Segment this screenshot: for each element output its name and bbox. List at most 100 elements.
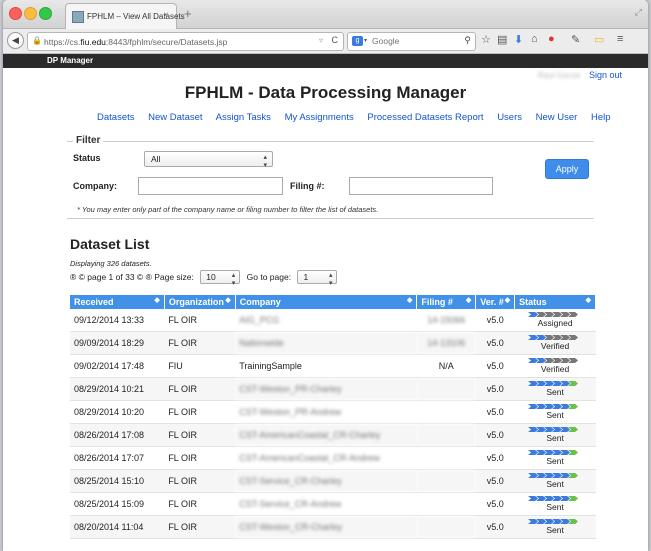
column-header-filing[interactable]: Filing # ◆ <box>416 295 477 309</box>
home-icon[interactable]: ⌂ <box>531 33 538 45</box>
search-bar[interactable]: g ▾ ⚲ <box>347 32 476 51</box>
table-header-row: Received ◆ Organization ◆ Company ◆ Filing … <box>70 295 596 309</box>
cell-company: CST-Weston_PR-Charley <box>235 377 417 401</box>
sort-icon: ◆ <box>154 297 160 304</box>
column-header-status[interactable]: Status ◆ <box>514 295 596 309</box>
table-row[interactable]: 08/25/2014 15:10 FL OIR CST-Service_CR-Cha… <box>70 469 596 493</box>
browser-tab[interactable]: FPHLM – View All Datasets × <box>65 3 185 29</box>
pager: ® © page 1 of 33 © ® Page size: 10 ▴ ▾ Go… <box>70 270 341 287</box>
status-progress-arrows <box>528 335 582 341</box>
progress-step-icon <box>528 335 539 340</box>
column-header-version[interactable]: Ver. # ◆ <box>475 295 516 309</box>
abp-icon[interactable]: ● <box>548 33 555 45</box>
engine-dropdown-icon[interactable]: ▾ <box>364 37 367 44</box>
tools-icon[interactable]: ✎ <box>571 33 580 46</box>
cell-organization: FL OIR <box>164 469 236 493</box>
star-icon[interactable]: ☆ <box>481 33 491 46</box>
signout-link[interactable]: Sign out <box>589 70 622 80</box>
last-page-icon[interactable]: ® <box>146 272 152 282</box>
cell-company: CST-AmericanCoastal_CR-Charley <box>235 423 417 447</box>
status-progress-arrows <box>528 473 582 479</box>
cell-version: v5.0 <box>475 309 515 332</box>
status-progress-arrows <box>528 358 582 364</box>
column-header-received[interactable]: Received ◆ <box>70 295 165 309</box>
search-icon[interactable]: ⚲ <box>464 35 471 46</box>
lock-icon: 🔒 <box>32 36 42 45</box>
search-engine-icon[interactable]: g <box>352 36 363 46</box>
cell-status: Sent <box>514 377 596 401</box>
menu-my-assignments[interactable]: My Assignments <box>285 112 354 123</box>
filing-input[interactable] <box>349 177 493 195</box>
next-page-icon[interactable]: © <box>137 272 143 282</box>
fullscreen-icon[interactable]: ⤢ <box>635 7 642 18</box>
first-page-icon[interactable]: ® <box>70 272 76 282</box>
main-menu: Datasets New Dataset Assign Tasks My Ass… <box>97 112 622 123</box>
progress-step-icon <box>528 427 539 432</box>
minimize-window-button[interactable] <box>24 7 37 20</box>
column-header-company[interactable]: Company ◆ <box>235 295 418 309</box>
table-row[interactable]: 08/20/2014 11:04 FL OIR CST-Weston_CR-Char… <box>70 515 596 539</box>
cell-filing: 14-15066 <box>416 309 476 332</box>
tab-close-icon[interactable]: × <box>163 10 169 21</box>
apply-button[interactable]: Apply <box>545 159 589 179</box>
page-size-select[interactable]: 10 ▴ ▾ <box>200 270 241 287</box>
app-bar-title: DP Manager <box>47 56 94 65</box>
page-size-value: 10 <box>206 272 216 282</box>
cell-status: Assigned <box>514 309 596 332</box>
company-input[interactable] <box>138 177 283 195</box>
select-arrows-icon: ▴ ▾ <box>328 272 333 287</box>
table-row[interactable]: 08/26/2014 17:07 FL OIR CST-AmericanCoasta… <box>70 446 596 470</box>
cell-filing <box>416 492 476 516</box>
status-text: Sent <box>546 525 564 535</box>
cell-version: v5.0 <box>475 446 515 470</box>
url-bar[interactable]: 🔒 https://cs.fiu.edu:8443/fphlm/secure/D… <box>27 32 344 51</box>
status-progress-arrows <box>528 450 582 456</box>
goto-label: Go to page: <box>246 272 292 282</box>
table-row[interactable]: 08/25/2014 15:09 FL OIR CST-Service_CR-And… <box>70 492 596 516</box>
status-select[interactable]: All ▴ ▾ <box>144 151 273 169</box>
column-header-organization[interactable]: Organization ◆ <box>164 295 236 309</box>
back-button[interactable]: ◀ <box>7 32 24 49</box>
company-label: Company: <box>73 181 118 191</box>
title-bar: FPHLM – View All Datasets × + ⤢ <box>3 0 648 29</box>
navigation-bar: ◀ 🔒 https://cs.fiu.edu:8443/fphlm/secure… <box>3 29 648 54</box>
cell-status: Sent <box>514 400 596 424</box>
table-row[interactable]: 09/12/2014 13:33 FL OIR AIG_PCG 14-15066 v5.… <box>70 309 596 332</box>
table-row[interactable]: 08/29/2014 10:21 FL OIR CST-Weston_PR-Char… <box>70 377 596 401</box>
close-window-button[interactable] <box>9 7 22 20</box>
cell-received: 08/26/2014 17:07 <box>70 446 165 470</box>
goto-page-select[interactable]: 1 ▴ ▾ <box>297 270 338 287</box>
reload-icon[interactable]: C <box>332 35 339 45</box>
table-row[interactable]: 09/09/2014 18:29 FL OIR Nationwide 14-13106… <box>70 331 596 355</box>
page-title: FPHLM - Data Processing Manager <box>184 83 467 102</box>
menu-help[interactable]: Help <box>591 112 611 123</box>
table-row[interactable]: 08/29/2014 10:20 FL OIR CST-Weston_PR-Andr… <box>70 400 596 424</box>
prev-page-icon[interactable]: © <box>79 272 85 282</box>
menu-users[interactable]: Users <box>497 112 522 123</box>
history-dropdown-icon[interactable]: ▿ <box>319 36 323 45</box>
displaying-count: Displaying 326 datasets. <box>70 259 152 268</box>
status-text: Verified <box>540 341 570 351</box>
new-tab-button[interactable]: + <box>184 6 192 21</box>
select-arrows-icon: ▴ ▾ <box>231 272 236 287</box>
menu-icon[interactable]: ≡ <box>617 33 623 45</box>
cell-version: v5.0 <box>475 377 515 401</box>
table-row[interactable]: 09/02/2014 17:48 FIU TrainingSample N/A v5.0… <box>70 354 596 378</box>
table-row[interactable]: 08/26/2014 17:08 FL OIR CST-AmericanCoasta… <box>70 423 596 447</box>
cell-version: v5.0 <box>475 354 515 378</box>
search-input[interactable] <box>372 34 452 47</box>
download-icon[interactable]: ⬇ <box>514 33 523 46</box>
cell-version: v5.0 <box>475 331 515 355</box>
chat-icon[interactable]: ▭ <box>594 33 604 46</box>
menu-new-dataset[interactable]: New Dataset <box>148 112 202 123</box>
page-content: Raul Garcia Sign out FPHLM - Data Proces… <box>3 68 648 551</box>
cell-received: 08/29/2014 10:20 <box>70 400 165 424</box>
cell-organization: FL OIR <box>164 377 236 401</box>
menu-processed-report[interactable]: Processed Datasets Report <box>367 112 483 123</box>
bookmarks-icon[interactable]: ▤ <box>497 33 507 46</box>
status-progress-arrows <box>528 427 582 433</box>
menu-assign-tasks[interactable]: Assign Tasks <box>216 112 271 123</box>
menu-datasets[interactable]: Datasets <box>97 112 135 123</box>
menu-new-user[interactable]: New User <box>536 112 578 123</box>
maximize-window-button[interactable] <box>39 7 52 20</box>
